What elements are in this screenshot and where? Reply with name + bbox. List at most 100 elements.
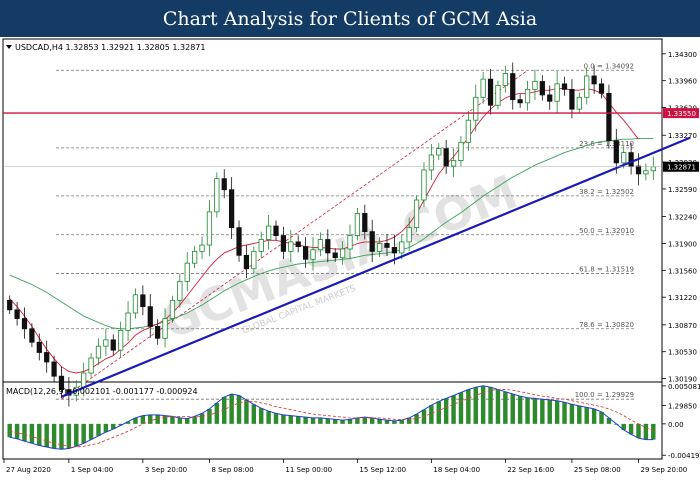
candle-body: [391, 247, 398, 254]
macd-histogram-bar: [281, 414, 286, 424]
macd-histogram-bar: [584, 407, 589, 424]
macd-histogram-bar: [355, 417, 360, 424]
y-tick-label: 1.33960: [668, 78, 697, 86]
candle-body: [635, 165, 642, 175]
macd-histogram-bar: [636, 423, 641, 439]
candle-body: [539, 81, 545, 96]
candle-body: [221, 178, 227, 191]
current-price-label: 1.32871: [667, 164, 696, 172]
macd-histogram-bar: [554, 400, 560, 424]
candle-body: [495, 85, 501, 106]
macd-histogram-bar: [369, 417, 375, 424]
candle-body: [118, 329, 124, 351]
candle-body: [621, 152, 627, 164]
fib-level-label: 38.2 = 1.32502: [579, 188, 634, 196]
macd-histogram-bar: [503, 391, 508, 424]
fib-level-label: 50.0 = 1.32010: [579, 227, 634, 235]
candle-body: [450, 160, 457, 167]
candle-body: [199, 244, 205, 252]
macd-histogram-bar: [37, 423, 42, 446]
candle-body: [524, 89, 531, 104]
candle-body: [473, 96, 479, 121]
macd-histogram-bar: [458, 392, 464, 424]
candle-body: [236, 227, 242, 256]
macd-histogram-bar: [562, 402, 567, 424]
candle-body: [399, 241, 405, 254]
x-tick-label: 18 Sep 04:00: [433, 466, 480, 474]
candle-body: [487, 78, 494, 106]
candle-body: [206, 211, 213, 246]
y-tick-label: 1.32590: [668, 186, 697, 194]
candle-body: [598, 83, 605, 94]
candle-body: [258, 239, 264, 252]
candle-body: [317, 239, 324, 251]
macd-histogram-bar: [170, 416, 175, 424]
macd-histogram-bar: [88, 423, 94, 440]
candle-body: [132, 294, 139, 314]
candle-body: [369, 231, 375, 252]
candle-body: [36, 341, 42, 353]
macd-histogram-bar: [140, 415, 146, 424]
candle-body: [325, 239, 331, 254]
fib-level-label: 0.0 = 1.34092: [584, 62, 634, 70]
candle-body: [29, 328, 35, 343]
macd-histogram-bar: [244, 399, 249, 424]
candle-body: [643, 170, 649, 175]
candle-body: [288, 241, 294, 252]
macd-y-tick-label: 0.005081: [668, 383, 700, 391]
candle-body: [339, 248, 346, 259]
macd-histogram-bar: [22, 423, 27, 442]
candle-body: [547, 94, 553, 102]
y-tick-label: 1.31560: [668, 267, 697, 275]
macd-histogram-bar: [325, 418, 331, 424]
candle-body: [243, 254, 250, 270]
macd-histogram-bar: [628, 423, 634, 435]
macd-histogram-bar: [451, 395, 456, 424]
resistance-price-label: 1.33550: [667, 110, 696, 118]
candle-body: [110, 339, 116, 351]
candle-body: [214, 178, 220, 213]
candle-body: [376, 243, 383, 252]
candle-body: [613, 140, 619, 164]
macd-histogram-bar: [51, 423, 57, 449]
candle-body: [44, 352, 50, 363]
macd-y-tick-label: -0.004197: [668, 452, 700, 460]
macd-histogram-bar: [443, 398, 449, 424]
macd-histogram-bar: [103, 423, 109, 433]
candle-body: [428, 154, 434, 171]
macd-histogram-bar: [185, 418, 190, 424]
candle-body: [332, 252, 338, 259]
macd-histogram-bar: [318, 417, 323, 424]
macd-histogram-bar: [480, 385, 486, 424]
macd-histogram-bar: [295, 416, 301, 424]
macd-histogram-bar: [96, 423, 101, 436]
symbol-header: USDCAD,H4 1.32853 1.32921 1.32805 1.3287…: [15, 43, 205, 52]
x-tick-label: 8 Sep 08:00: [211, 466, 253, 474]
candle-body: [517, 99, 523, 104]
candle-body: [177, 280, 183, 301]
candle-body: [103, 339, 109, 347]
macd-histogram-bar: [577, 405, 582, 424]
fib-level-label: 78.6 = 1.30820: [579, 321, 634, 329]
macd-histogram-bar: [229, 393, 234, 424]
macd-histogram-bar: [44, 423, 49, 448]
y-tick-label: 1.33270: [668, 132, 697, 140]
banner-title: Chart Analysis for Clients of GCM Asia: [0, 0, 700, 37]
macd-histogram-bar: [591, 408, 597, 424]
macd-histogram-bar: [259, 408, 264, 424]
candle-body: [21, 318, 28, 330]
macd-histogram-bar: [214, 402, 220, 424]
macd-histogram-bar: [74, 423, 79, 447]
x-tick-label: 1 Sep 04:00: [71, 466, 113, 474]
candle-body: [14, 309, 20, 319]
macd-histogram-bar: [436, 401, 441, 424]
macd-histogram-bar: [148, 414, 153, 424]
macd-histogram-bar: [288, 415, 294, 424]
candle-body: [354, 213, 361, 236]
candle-body: [458, 141, 464, 161]
macd-header: MACD(12,26,9) -0.002101 -0.001177 -0.000…: [6, 387, 198, 396]
candle-body: [576, 96, 582, 110]
candle-body: [347, 235, 353, 250]
macd-histogram-bar: [199, 413, 205, 424]
macd-histogram-bar: [266, 411, 271, 424]
